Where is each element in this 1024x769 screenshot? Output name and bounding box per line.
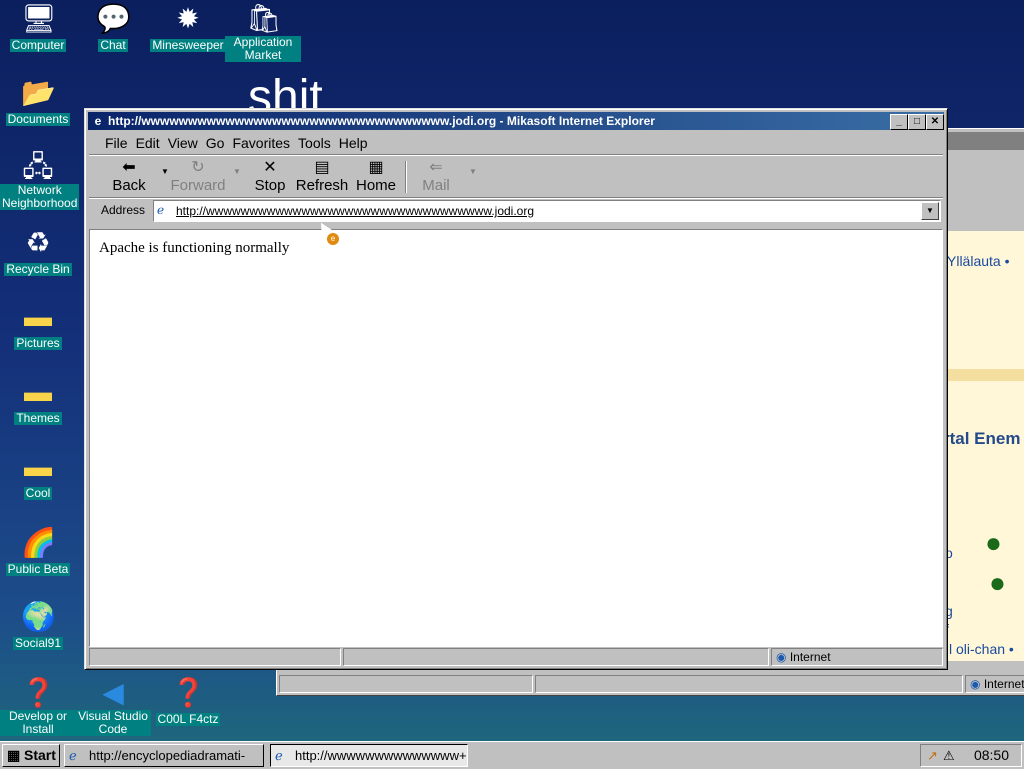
toolbar-separator: [405, 161, 407, 193]
address-dropdown-button[interactable]: ▼: [921, 202, 939, 220]
close-button[interactable]: ✕: [926, 114, 944, 130]
status-zone: Internet: [789, 650, 831, 664]
toolbar: ⬅ Back ▼ ↻ Forward ▼ ✕ Stop ▤ Refresh ▦ …: [89, 157, 943, 197]
address-input[interactable]: ℯ http://wwwwwwwwwwwwwwwwwwwwwwwwwwwwwww…: [153, 200, 941, 222]
background-page-content: Yllälauta • rtal Enem o g f l oli-chan •…: [945, 231, 1024, 661]
refresh-icon: ▤: [314, 159, 330, 176]
background-status-zone: Internet: [983, 677, 1024, 691]
background-page-text[interactable]: Yllälauta •: [947, 253, 1010, 269]
address-value[interactable]: http://wwwwwwwwwwwwwwwwwwwwwwwwwwwwwwwww…: [176, 204, 534, 218]
folder-icon: ▬: [24, 376, 52, 407]
desktop-icon-develop-or-install[interactable]: ❓ Develop or Install: [0, 676, 76, 738]
desktop-icon-computer[interactable]: 🖥 Computer: [0, 2, 76, 54]
menu-view[interactable]: View: [164, 133, 202, 153]
mail-dropdown-icon[interactable]: ▼: [469, 167, 477, 176]
desktop-icon-application-market[interactable]: 🛍 Application Market: [225, 2, 301, 64]
menu-tools[interactable]: Tools: [294, 133, 335, 153]
status-zone-cell: ◉ Internet: [771, 648, 943, 666]
maximize-button[interactable]: □: [908, 114, 926, 130]
desktop-icon-cool-facts[interactable]: ❓ C00L F4ctz: [150, 676, 226, 728]
public-beta-icon: 🌈: [21, 527, 56, 558]
cool-facts-icon: ❓: [171, 677, 206, 708]
develop-icon: ❓: [21, 677, 56, 708]
desktop-icon-chat[interactable]: 💬 Chat: [75, 2, 151, 54]
desktop-icon-cool[interactable]: ▬ Cool: [0, 450, 76, 502]
system-tray: ↗ ⚠ 08:50: [920, 744, 1022, 767]
menu-bar: File Edit View Go Favorites Tools Help: [89, 133, 943, 153]
warning-icon[interactable]: ⚠: [943, 745, 955, 766]
back-button[interactable]: ⬅ Back ▼: [107, 159, 169, 194]
desktop-icon-pictures[interactable]: ▬ Pictures: [0, 300, 76, 352]
menu-file[interactable]: File: [101, 133, 132, 153]
market-icon: 🛍: [246, 3, 282, 34]
menu-help[interactable]: Help: [335, 133, 372, 153]
page-message: Apache is functioning normally: [99, 240, 290, 256]
tray-tool-icon[interactable]: ↗: [927, 745, 938, 766]
frog-sprite-icon: ●: [985, 527, 1002, 558]
desktop-icon-public-beta[interactable]: 🌈 Public Beta: [0, 526, 76, 578]
ie-page-icon: ℯ: [69, 748, 77, 763]
desktop-icon-themes[interactable]: ▬ Themes: [0, 375, 76, 427]
forward-button[interactable]: ↻ Forward ▼: [165, 159, 240, 194]
ie-logo-icon: e: [94, 114, 102, 128]
globe-icon: ◉: [970, 677, 981, 691]
cursor-busy-badge-icon: e: [327, 233, 339, 245]
mail-button[interactable]: ⇐ Mail ▼: [417, 159, 477, 194]
background-page-text[interactable]: l oli-chan •: [949, 641, 1014, 657]
clock[interactable]: 08:50: [974, 745, 1009, 766]
desktop-icon-minesweeper[interactable]: ✹ Minesweeper: [150, 2, 226, 54]
desktop-icon-documents[interactable]: 📂 Documents: [0, 76, 76, 128]
minimize-button[interactable]: _: [890, 114, 908, 130]
status-cell: [89, 648, 341, 666]
taskbar-task[interactable]: ℯ http://encyclopediadramati-: [64, 744, 264, 767]
window-title: http://wwwwwwwwwwwwwwwwwwwwwwwwwwwwwwwww…: [108, 114, 655, 128]
ie-page-icon: ℯ: [275, 748, 283, 763]
status-bar: ◉ Internet: [89, 648, 943, 666]
frog-sprite-icon: ●: [989, 567, 1006, 598]
home-icon: ▦: [368, 159, 384, 176]
globe-icon: 🌍: [21, 601, 56, 632]
recycle-bin-icon: ♻: [25, 227, 51, 258]
home-button[interactable]: ▦ Home: [353, 159, 399, 194]
stop-icon: ✕: [263, 159, 277, 176]
minesweeper-icon: ✹: [176, 3, 200, 34]
forward-dropdown-icon[interactable]: ▼: [233, 167, 241, 176]
desktop-icon-network[interactable]: 🖧 Network Neighborhood: [0, 150, 80, 212]
folder-icon: ▬: [24, 451, 52, 482]
browser-window[interactable]: e http://wwwwwwwwwwwwwwwwwwwwwwwwwwwwwww…: [84, 108, 948, 670]
address-label: Address: [101, 203, 146, 217]
computer-icon: 🖥: [21, 3, 57, 34]
stop-button[interactable]: ✕ Stop: [251, 159, 289, 194]
status-cell: [343, 648, 769, 666]
refresh-button[interactable]: ▤ Refresh: [293, 159, 351, 194]
desktop-icon-recycle-bin[interactable]: ♻ Recycle Bin: [0, 226, 76, 278]
forward-icon: ↻: [191, 159, 205, 176]
start-button[interactable]: ▦ Start: [2, 744, 60, 767]
address-bar: Address ℯ http://wwwwwwwwwwwwwwwwwwwwwww…: [89, 199, 943, 223]
taskbar-task-active[interactable]: ℯ http://wwwwwwwwwwwwww+: [270, 744, 468, 767]
start-logo-icon: ▦: [7, 747, 21, 763]
page-icon: ℯ: [157, 203, 165, 217]
vscode-icon: ◀: [102, 677, 124, 708]
menu-separator: [89, 154, 943, 156]
background-page-text[interactable]: rtal Enem: [945, 429, 1020, 449]
network-icon: 🖧: [22, 151, 54, 182]
globe-icon: ◉: [776, 650, 787, 664]
chat-icon: 💬: [96, 3, 131, 34]
desktop-icon-visual-studio-code[interactable]: ◀ Visual Studio Code: [75, 676, 151, 738]
page-content[interactable]: Apache is functioning normally: [89, 229, 943, 647]
window-titlebar[interactable]: e http://wwwwwwwwwwwwwwwwwwwwwwwwwwwwwww…: [88, 112, 944, 130]
desktop-icon-social91[interactable]: 🌍 Social91: [0, 600, 76, 652]
menu-favorites[interactable]: Favorites: [228, 133, 294, 153]
background-statusbar: ◉ Internet: [279, 675, 1024, 693]
folder-icon: ▬: [24, 301, 52, 332]
menu-edit[interactable]: Edit: [132, 133, 164, 153]
taskbar: ▦ Start ℯ http://encyclopediadramati- ℯ htt…: [0, 741, 1024, 769]
mail-icon: ⇐: [429, 159, 443, 176]
documents-icon: 📂: [21, 77, 56, 108]
menu-go[interactable]: Go: [202, 133, 229, 153]
back-icon: ⬅: [122, 159, 136, 176]
